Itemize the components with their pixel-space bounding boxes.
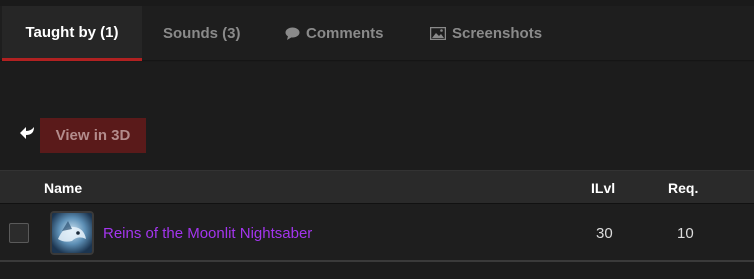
tab-taught-by-label: Taught by (1)	[25, 23, 119, 41]
view-in-3d-label: View in 3D	[55, 127, 131, 144]
tabbed-panel: Taught by (1) Sounds (3) Comments Screen…	[0, 0, 754, 279]
nightsaber-mount-icon[interactable]	[50, 211, 94, 255]
curved-arrow-icon[interactable]	[18, 125, 36, 143]
tab-comments-label: Comments	[306, 25, 384, 42]
item-name-link[interactable]: Reins of the Moonlit Nightsaber	[103, 204, 312, 262]
cell-req: 10	[677, 224, 694, 242]
tab-screenshots-label: Screenshots	[452, 25, 543, 42]
tab-comments[interactable]: Comments	[284, 6, 384, 61]
view-in-3d-button[interactable]: View in 3D	[40, 118, 146, 153]
column-header-name[interactable]: Name	[44, 171, 82, 204]
tab-bar: Taught by (1) Sounds (3) Comments Screen…	[0, 6, 754, 61]
column-header-req[interactable]: Req.	[668, 171, 698, 204]
tab-sounds[interactable]: Sounds (3)	[163, 6, 241, 61]
cell-ilvl: 30	[596, 224, 613, 242]
column-header-ilvl[interactable]: ILvl	[591, 171, 615, 204]
tab-screenshots[interactable]: Screenshots	[430, 6, 542, 61]
table-header: Name ILvl Req.	[0, 170, 754, 204]
image-icon	[430, 27, 446, 41]
comment-bubble-icon	[284, 27, 300, 41]
tab-sounds-label: Sounds (3)	[163, 25, 241, 42]
tab-content: View in 3D Name ILvl Req. Reins of the M…	[0, 62, 754, 279]
table-row: Reins of the Moonlit Nightsaber 30 10	[0, 204, 754, 262]
tab-taught-by[interactable]: Taught by (1)	[2, 6, 142, 61]
row-checkbox[interactable]	[9, 223, 29, 243]
